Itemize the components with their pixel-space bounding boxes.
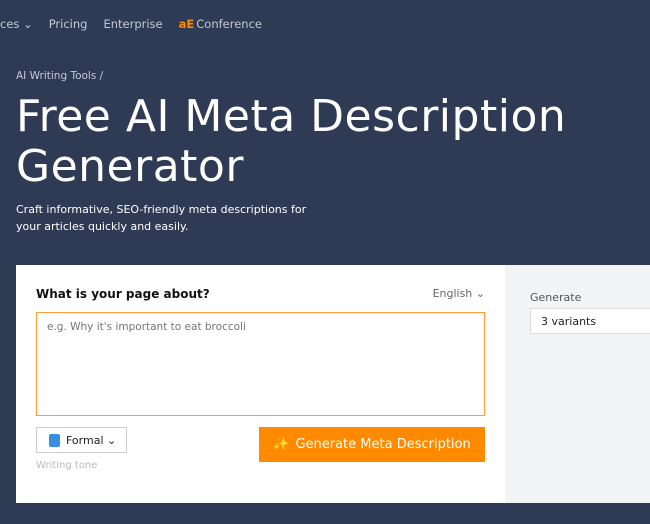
input-panel: What is your page about? English ⌄ Forma… — [16, 265, 505, 503]
topic-input[interactable] — [36, 312, 485, 416]
generate-button-label: Generate Meta Description — [295, 437, 471, 452]
variants-select[interactable]: 3 variants — [530, 308, 650, 334]
nav-item-enterprise[interactable]: Enterprise — [103, 17, 162, 31]
nav-item-pricing[interactable]: Pricing — [49, 17, 88, 31]
suit-icon — [49, 433, 60, 447]
generate-button[interactable]: ✨ Generate Meta Description — [259, 427, 485, 462]
tone-value: Formal ⌄ — [66, 433, 117, 447]
breadcrumb[interactable]: AI Writing Tools / — [16, 70, 103, 82]
language-select[interactable]: English ⌄ — [433, 287, 485, 300]
generate-label: Generate — [530, 291, 582, 304]
options-panel: Generate 3 variants — [505, 265, 650, 503]
tone-select[interactable]: Formal ⌄ — [36, 427, 127, 453]
sparkle-icon: ✨ — [273, 437, 290, 452]
tone-label: Writing tone — [36, 460, 98, 471]
nav-item-conference[interactable]: aE Conference — [179, 17, 262, 31]
top-nav: ces ⌄ Pricing Enterprise aE Conference — [0, 17, 262, 31]
nav-item-resources[interactable]: ces ⌄ — [0, 17, 33, 31]
conference-label: Conference — [196, 17, 262, 31]
page-title: Free AI Meta Description Generator — [16, 91, 567, 192]
question-label: What is your page about? — [36, 287, 210, 301]
page-subtitle: Craft informative, SEO-friendly meta des… — [16, 203, 307, 233]
generator-card: What is your page about? English ⌄ Forma… — [16, 265, 650, 503]
conference-logo-icon: aE — [178, 17, 195, 31]
